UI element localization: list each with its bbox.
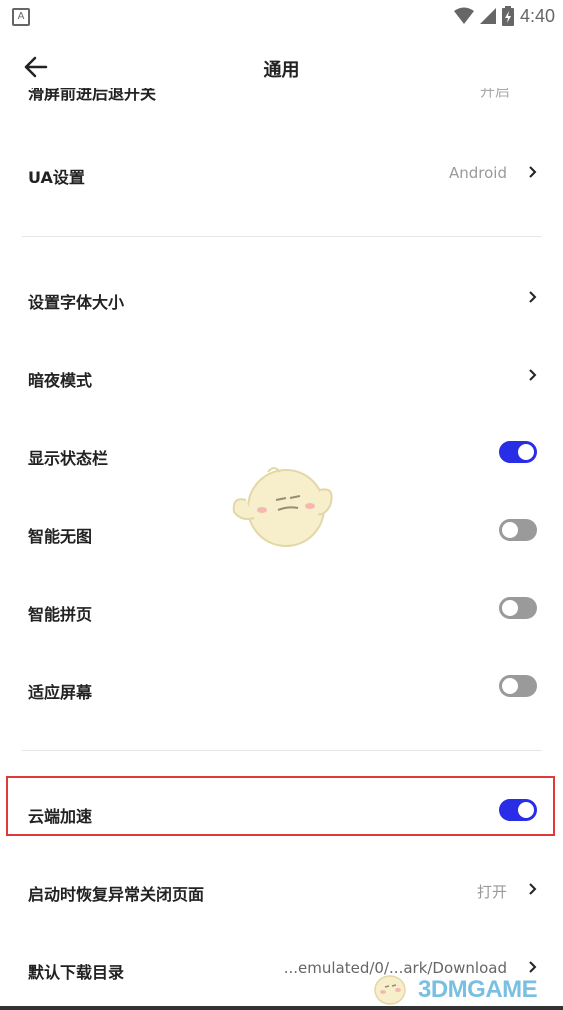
row-label: 暗夜模式 <box>28 371 93 390</box>
page-title: 通用 <box>263 60 300 81</box>
toggle-knob <box>502 522 518 538</box>
row-value: 打开 <box>476 883 507 901</box>
row-label: 默认下载目录 <box>28 963 125 982</box>
toggle-knob <box>518 444 534 460</box>
row-font-size[interactable]: 设置字体大小 <box>0 265 563 335</box>
row-restore-pages[interactable]: 启动时恢复异常关闭页面 打开 <box>0 857 563 927</box>
row-night-mode[interactable]: 暗夜模式 <box>0 343 563 413</box>
row-value: Android <box>449 164 507 182</box>
mascot-watermark-icon <box>232 467 333 547</box>
row-label: 云端加速 <box>28 807 93 826</box>
smart-page-join-toggle[interactable] <box>499 597 537 619</box>
toggle-knob <box>518 802 534 818</box>
partial-row-label: 滑屏前进后退开关 <box>28 88 157 103</box>
chevron-right-icon <box>529 369 537 381</box>
toggle-knob <box>502 600 518 616</box>
toggle-knob <box>502 678 518 694</box>
notification-icon: A <box>12 8 30 26</box>
row-label: 显示状态栏 <box>28 449 109 468</box>
row-cloud-acceleration: 云端加速 <box>0 779 563 849</box>
chevron-right-icon <box>529 291 537 303</box>
partial-row-value: 开启 <box>479 88 510 100</box>
row-fit-screen: 适应屏幕 <box>0 655 563 725</box>
bottom-edge <box>0 1006 563 1010</box>
watermark: 3DMGAME <box>370 968 560 1008</box>
watermark-text: 3DMGAME <box>418 976 538 1003</box>
row-label: 智能无图 <box>28 527 93 546</box>
cloud-acceleration-toggle[interactable] <box>499 799 537 821</box>
row-label: 启动时恢复异常关闭页面 <box>28 885 205 904</box>
divider <box>22 750 542 751</box>
chevron-right-icon <box>529 883 537 895</box>
battery-charging-icon <box>501 6 514 26</box>
wifi-icon <box>453 7 474 24</box>
watermark-mascot-icon <box>374 975 406 1005</box>
signal-icon <box>479 8 496 24</box>
row-ua-settings[interactable]: UA设置 Android <box>0 140 563 210</box>
row-label: 设置字体大小 <box>28 293 125 312</box>
status-bar-toggle[interactable] <box>499 441 537 463</box>
row-label: 适应屏幕 <box>28 683 93 702</box>
status-bar: A 4:40 <box>0 0 563 32</box>
fit-screen-toggle[interactable] <box>499 675 537 697</box>
divider <box>22 236 542 237</box>
row-smart-page-join: 智能拼页 <box>0 577 563 647</box>
partial-row[interactable]: 滑屏前进后退开关 开启 <box>28 88 538 106</box>
status-time: 4:40 <box>519 5 555 26</box>
row-label: UA设置 <box>28 168 85 187</box>
row-label: 智能拼页 <box>28 605 93 624</box>
chevron-right-icon <box>529 166 537 178</box>
smart-no-image-toggle[interactable] <box>499 519 537 541</box>
status-icons: 4:40 <box>453 5 555 27</box>
